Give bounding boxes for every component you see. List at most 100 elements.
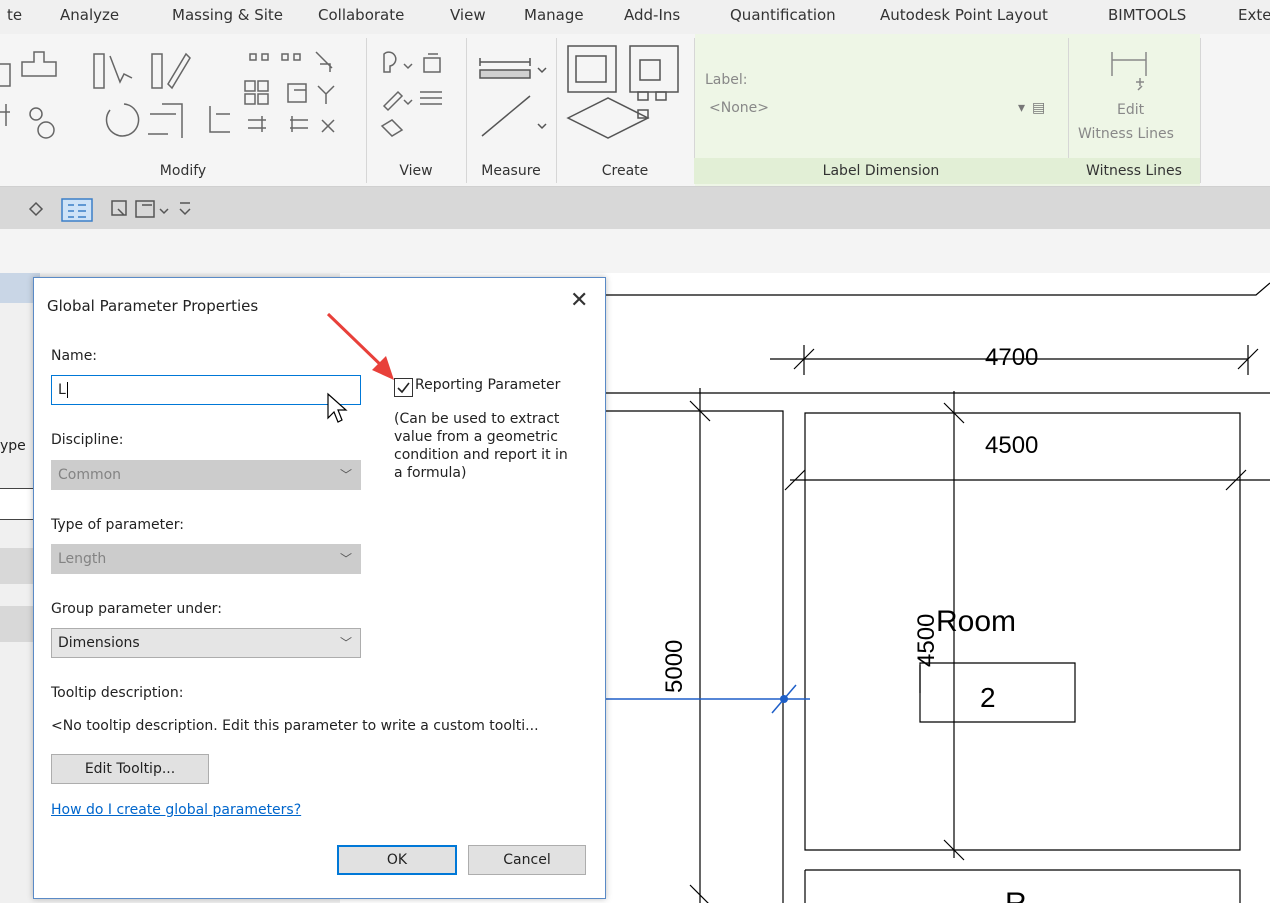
panel-title-measure: Measure bbox=[481, 163, 541, 179]
menu-item-add-ins[interactable]: Add-Ins bbox=[624, 6, 680, 24]
qbar-icons[interactable] bbox=[0, 195, 240, 223]
modify-tools-icons[interactable] bbox=[0, 34, 360, 154]
reporting-note-line: value from a geometric bbox=[394, 429, 558, 445]
menu-item-massing-site[interactable]: Massing & Site bbox=[172, 6, 283, 24]
customize-toolbar-icon bbox=[179, 202, 191, 216]
menu-item-collaborate[interactable]: Collaborate bbox=[318, 6, 404, 24]
label-caption: Label: bbox=[705, 72, 748, 88]
offset-icon bbox=[21, 51, 57, 77]
thin-lines-icon bbox=[420, 91, 442, 105]
name-input[interactable]: L bbox=[51, 375, 361, 405]
create-similar-icon bbox=[567, 45, 617, 93]
name-input-value: L bbox=[58, 382, 66, 398]
aligned-dimension-icon bbox=[481, 95, 531, 137]
reporting-note-line: a formula) bbox=[394, 465, 467, 481]
menu-item-extensions[interactable]: Exte bbox=[1238, 6, 1270, 24]
room-2-boundary bbox=[804, 412, 1241, 851]
discipline-label: Discipline: bbox=[51, 432, 124, 448]
delete-icon bbox=[321, 119, 335, 133]
edit-label-icon[interactable]: ▤ bbox=[1032, 96, 1045, 120]
name-label: Name: bbox=[51, 348, 98, 364]
edit-tooltip-button[interactable]: Edit Tooltip... bbox=[51, 754, 209, 784]
menu-item-manage[interactable]: Manage bbox=[524, 6, 584, 24]
chevron-down-icon: ﹀ bbox=[339, 636, 352, 650]
panel-title-create: Create bbox=[601, 163, 649, 179]
chevron-down-icon: ﹀ bbox=[339, 552, 352, 566]
dropdown-chevron-icon-2 bbox=[403, 99, 413, 106]
array-icon bbox=[244, 80, 269, 105]
type-of-parameter-value: Length bbox=[58, 551, 107, 567]
cut-profile-icon bbox=[380, 119, 404, 137]
split-gap-icon bbox=[290, 116, 308, 132]
dim-4500-text: 4500 bbox=[985, 432, 1038, 459]
edit-witness-lines-icon[interactable] bbox=[1108, 42, 1158, 102]
ribbon: Label: <None> ▾ ▤ Edit Witness Lines Mod… bbox=[0, 34, 1270, 187]
properties-row-2 bbox=[0, 606, 34, 642]
create-tools-icons[interactable] bbox=[560, 34, 690, 154]
menu-item-point-layout[interactable]: Autodesk Point Layout bbox=[880, 6, 1048, 24]
group-parameter-label: Group parameter under: bbox=[51, 601, 222, 617]
menu-item-bimtools[interactable]: BIMTOOLS bbox=[1108, 6, 1186, 24]
menu-item-view[interactable]: View bbox=[450, 6, 486, 24]
copy-icon bbox=[37, 121, 55, 139]
rotate-icon bbox=[105, 103, 140, 137]
move-icon bbox=[0, 104, 10, 126]
dropdown-chevron-icon-3 bbox=[537, 67, 547, 74]
ok-button[interactable]: OK bbox=[337, 845, 457, 875]
group-parameter-select[interactable]: Dimensions ﹀ bbox=[51, 628, 361, 658]
label-dropdown[interactable]: <None> ▾ ▤ bbox=[704, 96, 1045, 120]
reporting-parameter-label[interactable]: Reporting Parameter bbox=[415, 377, 560, 393]
tooltip-description-label: Tooltip description: bbox=[51, 685, 184, 701]
dropdown-chevron-icon bbox=[403, 63, 413, 70]
create-assembly-icon bbox=[566, 97, 650, 139]
room-number-box bbox=[919, 662, 1076, 723]
close-icon[interactable]: ✕ bbox=[570, 288, 588, 313]
label-dropdown-value: <None> bbox=[709, 100, 769, 116]
hide-bulb-icon bbox=[383, 51, 397, 73]
type-label-partial: ype bbox=[0, 438, 26, 454]
chevron-down-icon: ﹀ bbox=[339, 468, 352, 482]
menu-item-quantification[interactable]: Quantification bbox=[730, 6, 836, 24]
group-parameter-value: Dimensions bbox=[58, 635, 140, 651]
select-links-icon bbox=[135, 200, 155, 218]
help-link[interactable]: How do I create global parameters? bbox=[51, 802, 301, 818]
view-tools-icons[interactable] bbox=[372, 34, 464, 154]
edit-witness-lines-label[interactable]: Edit bbox=[1117, 102, 1144, 118]
edit-witness-lines-label-2[interactable]: Witness Lines bbox=[1078, 126, 1174, 142]
room-number-text: 2 bbox=[980, 682, 996, 713]
mirror-pick-axis-icon bbox=[93, 53, 133, 89]
tooltip-description-text: <No tooltip description. Edit this param… bbox=[51, 718, 539, 734]
linework-brush-icon bbox=[382, 90, 404, 112]
discipline-value: Common bbox=[58, 467, 122, 483]
chevron-down-icon: ▾ bbox=[1018, 100, 1026, 116]
dropdown-chevron-icon-5 bbox=[159, 208, 169, 215]
type-selector[interactable] bbox=[0, 488, 35, 520]
reporting-note-line: (Can be used to extract bbox=[394, 411, 560, 427]
align-icon bbox=[0, 63, 11, 87]
global-parameter-properties-dialog: Global Parameter Properties ✕ Name: L Re… bbox=[33, 277, 606, 899]
filter-icon bbox=[111, 200, 127, 216]
properties-row bbox=[0, 548, 34, 584]
trim-icon bbox=[209, 106, 230, 133]
dialog-title: Global Parameter Properties bbox=[47, 297, 259, 315]
menu-item-architecture[interactable]: te bbox=[7, 6, 22, 24]
panel-title-witness-lines: Witness Lines bbox=[1068, 158, 1200, 184]
menu-bar: te Analyze Massing & Site Collaborate Vi… bbox=[0, 0, 1270, 34]
measure-tools-icons[interactable] bbox=[470, 34, 560, 154]
options-bar bbox=[0, 229, 1270, 274]
trim-extend-icon bbox=[148, 103, 183, 138]
split-element-icon bbox=[248, 116, 266, 132]
create-group-icon bbox=[629, 45, 679, 93]
cancel-button[interactable]: Cancel bbox=[468, 845, 586, 875]
quick-access-toolbar bbox=[0, 187, 1270, 229]
discipline-select: Common ﹀ bbox=[51, 460, 361, 490]
ruler-icon bbox=[479, 69, 531, 79]
menu-item-analyze[interactable]: Analyze bbox=[60, 6, 119, 24]
pin-icon bbox=[317, 85, 335, 104]
split-icon bbox=[315, 51, 333, 72]
annotation-arrow bbox=[326, 312, 394, 380]
dropdown-chevron-icon-4 bbox=[537, 123, 547, 130]
properties-toggle-icon bbox=[61, 198, 93, 222]
mirror-draw-axis-icon bbox=[151, 52, 191, 90]
reporting-note: (Can be used to extract value from a geo… bbox=[394, 410, 568, 482]
